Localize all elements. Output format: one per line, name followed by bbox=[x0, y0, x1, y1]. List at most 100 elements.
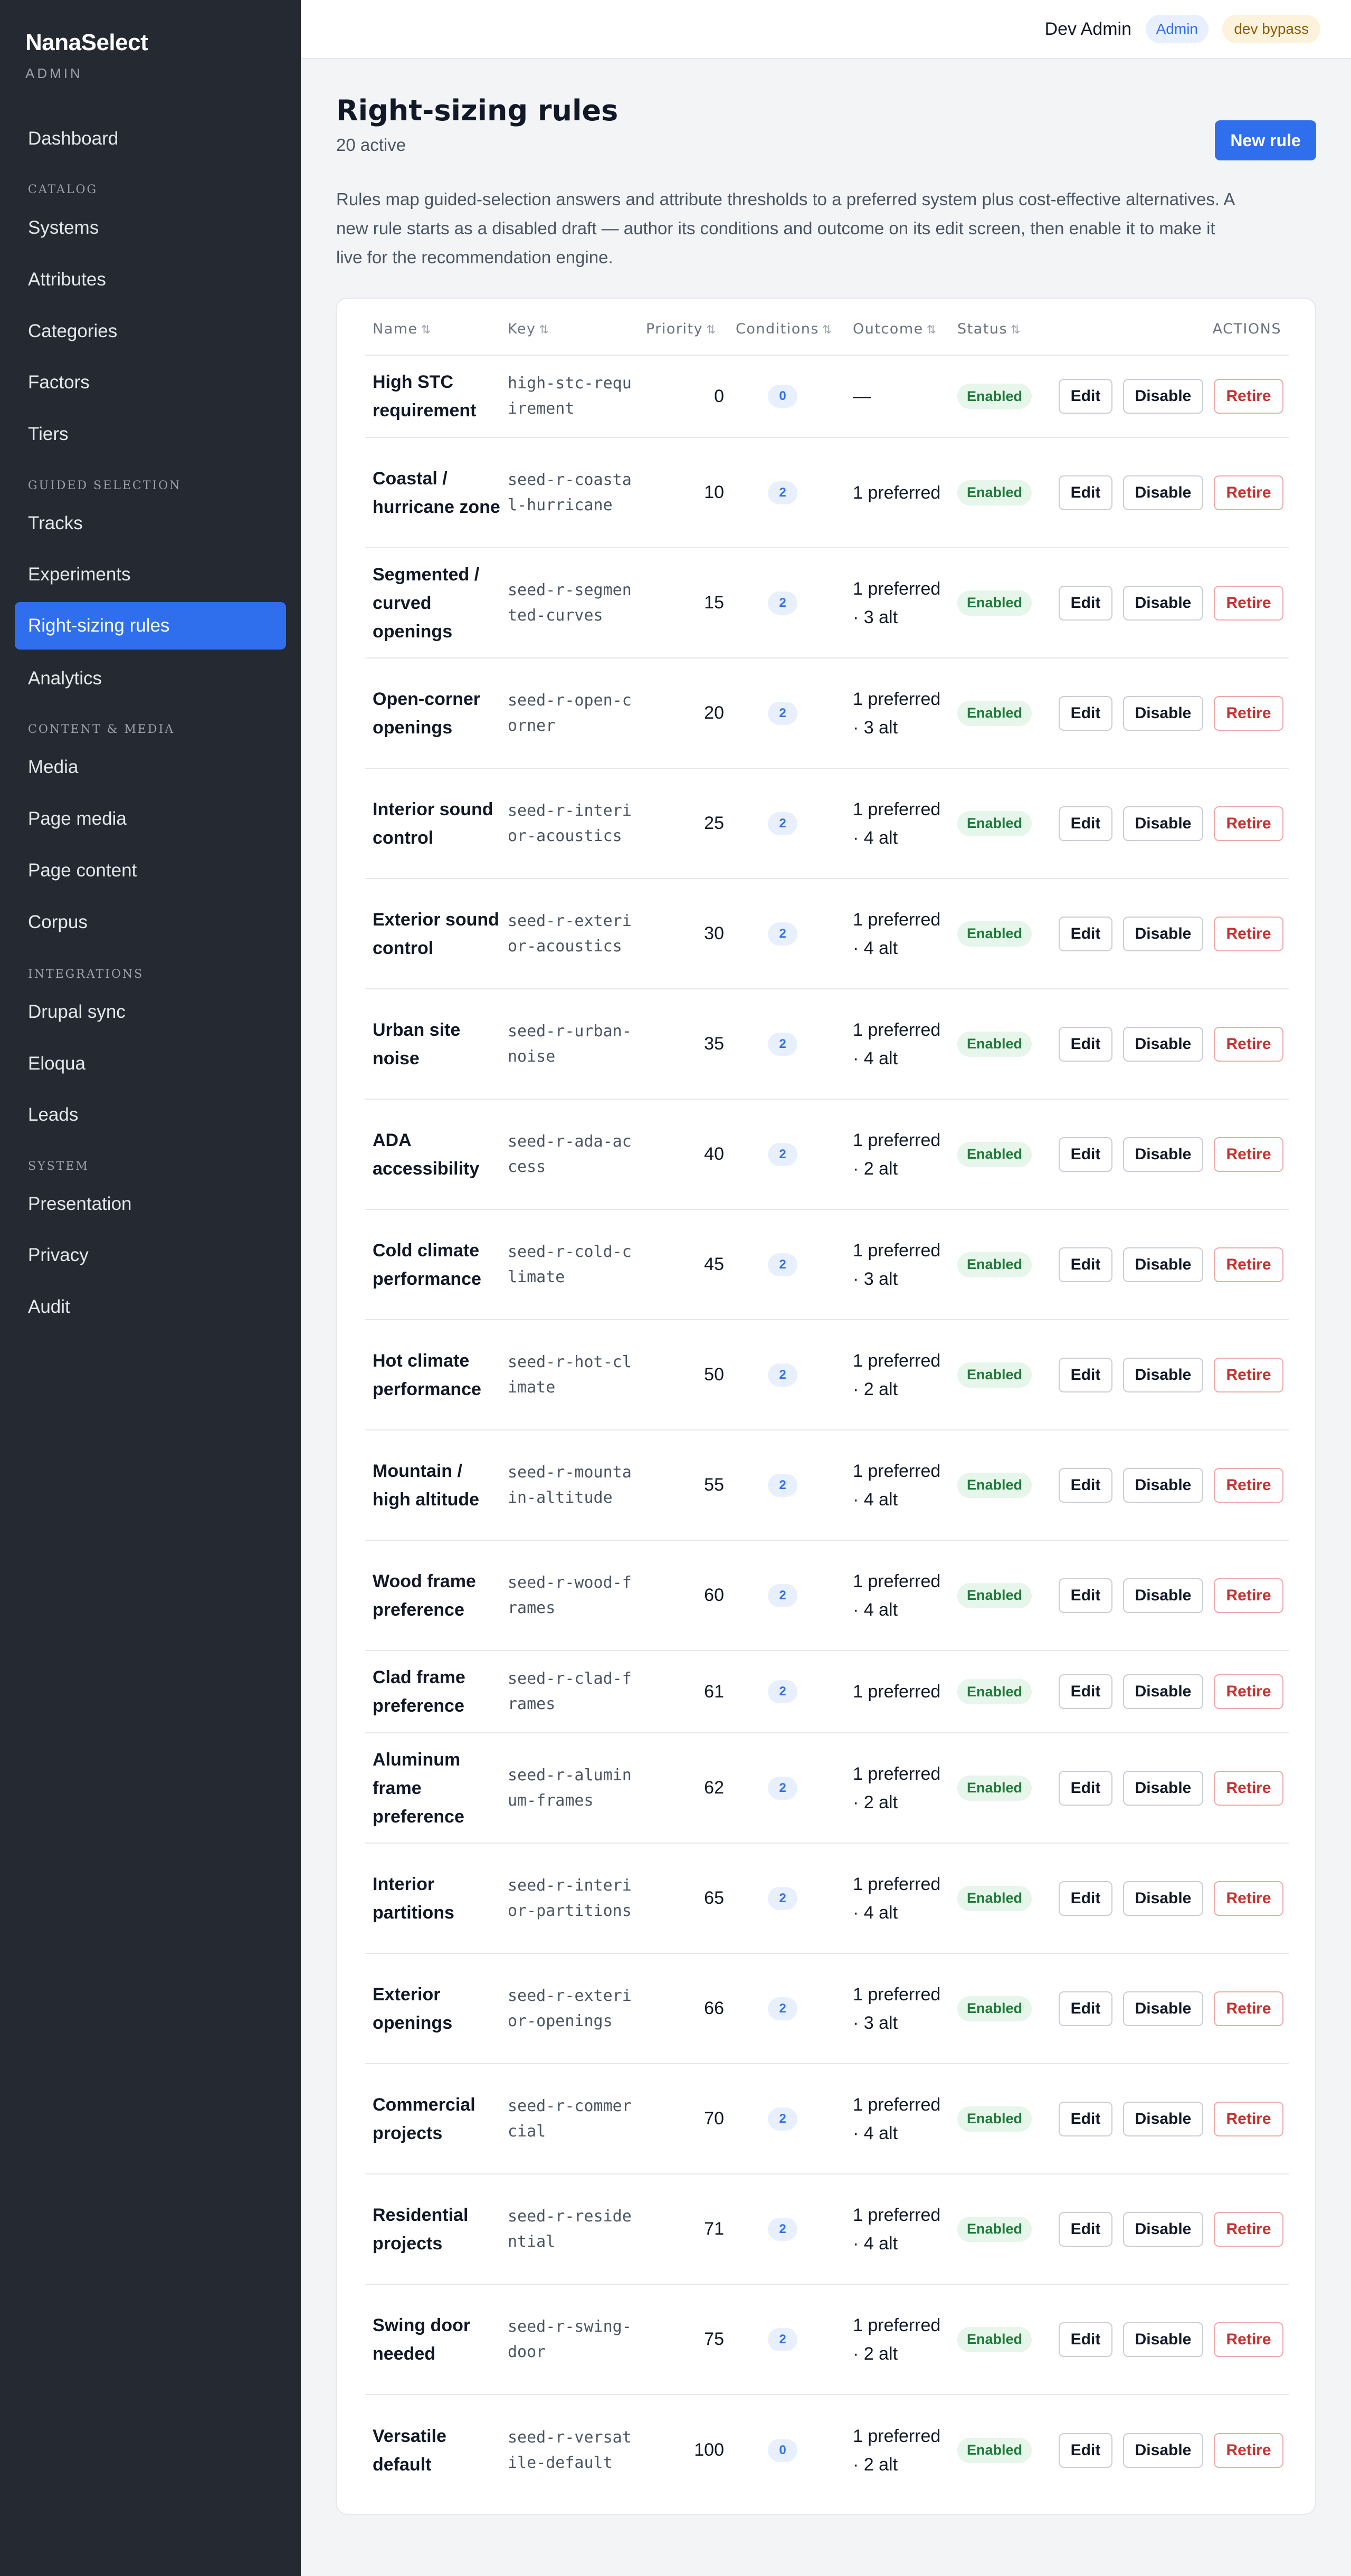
sidebar-item-factors[interactable]: Factors bbox=[15, 359, 286, 406]
rule-name[interactable]: Residential projects bbox=[373, 2174, 505, 2284]
retire-button[interactable]: Retire bbox=[1214, 1467, 1283, 1503]
rule-name[interactable]: Interior sound control bbox=[373, 769, 505, 878]
edit-button[interactable]: Edit bbox=[1059, 1578, 1112, 1613]
retire-button[interactable]: Retire bbox=[1214, 695, 1283, 731]
retire-button[interactable]: Retire bbox=[1214, 1881, 1283, 1916]
column-header-priority[interactable]: Priority ⇅ bbox=[646, 321, 717, 337]
disable-button[interactable]: Disable bbox=[1123, 2101, 1203, 2136]
rule-name[interactable]: Mountain / high altitude bbox=[373, 1430, 505, 1540]
rule-name[interactable]: Exterior openings bbox=[373, 1954, 505, 2063]
rule-name[interactable]: Urban site noise bbox=[373, 989, 505, 1099]
rule-name[interactable]: Exterior sound control bbox=[373, 879, 505, 988]
disable-button[interactable]: Disable bbox=[1123, 1357, 1203, 1392]
sidebar-item-tiers[interactable]: Tiers bbox=[15, 411, 286, 458]
user-name[interactable]: Dev Admin bbox=[1045, 19, 1131, 40]
retire-button[interactable]: Retire bbox=[1214, 1770, 1283, 1806]
disable-button[interactable]: Disable bbox=[1123, 1026, 1203, 1062]
rule-name[interactable]: Commercial projects bbox=[373, 2064, 505, 2173]
sidebar-item-categories[interactable]: Categories bbox=[15, 308, 286, 355]
edit-button[interactable]: Edit bbox=[1059, 1770, 1112, 1806]
retire-button[interactable]: Retire bbox=[1214, 806, 1283, 841]
rule-name[interactable]: Open-corner openings bbox=[373, 659, 505, 768]
retire-button[interactable]: Retire bbox=[1214, 2432, 1283, 2468]
edit-button[interactable]: Edit bbox=[1059, 1357, 1112, 1392]
disable-button[interactable]: Disable bbox=[1123, 1578, 1203, 1613]
column-header-conditions[interactable]: Conditions ⇅ bbox=[736, 321, 833, 337]
disable-button[interactable]: Disable bbox=[1123, 379, 1203, 414]
rule-name[interactable]: Hot climate performance bbox=[373, 1320, 505, 1429]
disable-button[interactable]: Disable bbox=[1123, 1467, 1203, 1503]
retire-button[interactable]: Retire bbox=[1214, 2322, 1283, 2357]
column-header-name[interactable]: Name ⇅ bbox=[373, 321, 432, 337]
disable-button[interactable]: Disable bbox=[1123, 1991, 1203, 2026]
edit-button[interactable]: Edit bbox=[1059, 695, 1112, 731]
edit-button[interactable]: Edit bbox=[1059, 1026, 1112, 1062]
sidebar-item-eloqua[interactable]: Eloqua bbox=[15, 1040, 286, 1087]
rule-name[interactable]: Coastal / hurricane zone bbox=[373, 438, 505, 547]
retire-button[interactable]: Retire bbox=[1214, 1357, 1283, 1392]
edit-button[interactable]: Edit bbox=[1059, 1247, 1112, 1282]
edit-button[interactable]: Edit bbox=[1059, 1674, 1112, 1709]
retire-button[interactable]: Retire bbox=[1214, 1247, 1283, 1282]
rule-name[interactable]: High STC requirement bbox=[373, 356, 505, 437]
disable-button[interactable]: Disable bbox=[1123, 695, 1203, 731]
edit-button[interactable]: Edit bbox=[1059, 2432, 1112, 2468]
retire-button[interactable]: Retire bbox=[1214, 1026, 1283, 1062]
edit-button[interactable]: Edit bbox=[1059, 1137, 1112, 1172]
column-header-key[interactable]: Key ⇅ bbox=[508, 321, 549, 337]
edit-button[interactable]: Edit bbox=[1059, 1467, 1112, 1503]
edit-button[interactable]: Edit bbox=[1059, 379, 1112, 414]
sidebar-item-rightsizing[interactable]: Right-sizing rules bbox=[15, 602, 286, 650]
sidebar-item-media[interactable]: Media bbox=[15, 743, 286, 791]
sidebar-item-page-content[interactable]: Page content bbox=[15, 847, 286, 894]
disable-button[interactable]: Disable bbox=[1123, 1881, 1203, 1916]
rule-name[interactable]: ADA accessibility bbox=[373, 1100, 505, 1209]
sidebar-item-privacy[interactable]: Privacy bbox=[15, 1232, 286, 1279]
edit-button[interactable]: Edit bbox=[1059, 806, 1112, 841]
retire-button[interactable]: Retire bbox=[1214, 2101, 1283, 2136]
rule-name[interactable]: Interior partitions bbox=[373, 1844, 505, 1953]
retire-button[interactable]: Retire bbox=[1214, 475, 1283, 510]
edit-button[interactable]: Edit bbox=[1059, 1881, 1112, 1916]
sidebar-item-presentation[interactable]: Presentation bbox=[15, 1180, 286, 1228]
rule-name[interactable]: Wood frame preference bbox=[373, 1541, 505, 1650]
rule-name[interactable]: Cold climate performance bbox=[373, 1210, 505, 1319]
edit-button[interactable]: Edit bbox=[1059, 2101, 1112, 2136]
sidebar-item-corpus[interactable]: Corpus bbox=[15, 899, 286, 946]
retire-button[interactable]: Retire bbox=[1214, 1991, 1283, 2026]
sidebar-item-tracks[interactable]: Tracks bbox=[15, 500, 286, 547]
retire-button[interactable]: Retire bbox=[1214, 585, 1283, 621]
disable-button[interactable]: Disable bbox=[1123, 585, 1203, 621]
disable-button[interactable]: Disable bbox=[1123, 2322, 1203, 2357]
sidebar-item-experiments[interactable]: Experiments bbox=[15, 551, 286, 598]
edit-button[interactable]: Edit bbox=[1059, 2211, 1112, 2247]
rule-name[interactable]: Versatile default bbox=[373, 2395, 505, 2505]
disable-button[interactable]: Disable bbox=[1123, 1247, 1203, 1282]
edit-button[interactable]: Edit bbox=[1059, 1991, 1112, 2026]
column-header-status[interactable]: Status ⇅ bbox=[957, 321, 1021, 337]
sidebar-item-drupal-sync[interactable]: Drupal sync bbox=[15, 988, 286, 1036]
rule-name[interactable]: Clad frame preference bbox=[373, 1651, 505, 1732]
disable-button[interactable]: Disable bbox=[1123, 2211, 1203, 2247]
disable-button[interactable]: Disable bbox=[1123, 1137, 1203, 1172]
edit-button[interactable]: Edit bbox=[1059, 916, 1112, 951]
sidebar-item-page-media[interactable]: Page media bbox=[15, 795, 286, 843]
sidebar-item-audit[interactable]: Audit bbox=[15, 1283, 286, 1331]
rule-name[interactable]: Aluminum frame preference bbox=[373, 1733, 505, 1843]
retire-button[interactable]: Retire bbox=[1214, 2211, 1283, 2247]
rule-name[interactable]: Segmented / curved openings bbox=[373, 548, 505, 657]
retire-button[interactable]: Retire bbox=[1214, 379, 1283, 414]
retire-button[interactable]: Retire bbox=[1214, 916, 1283, 951]
new-rule-button[interactable]: New rule bbox=[1215, 120, 1316, 160]
edit-button[interactable]: Edit bbox=[1059, 585, 1112, 621]
disable-button[interactable]: Disable bbox=[1123, 475, 1203, 510]
rule-name[interactable]: Swing door needed bbox=[373, 2285, 505, 2394]
sidebar-item-leads[interactable]: Leads bbox=[15, 1091, 286, 1139]
sidebar-item-dashboard[interactable]: Dashboard bbox=[15, 115, 286, 163]
disable-button[interactable]: Disable bbox=[1123, 806, 1203, 841]
edit-button[interactable]: Edit bbox=[1059, 475, 1112, 510]
edit-button[interactable]: Edit bbox=[1059, 2322, 1112, 2357]
retire-button[interactable]: Retire bbox=[1214, 1674, 1283, 1709]
brand-logo[interactable]: NanaSelect bbox=[25, 30, 148, 56]
disable-button[interactable]: Disable bbox=[1123, 2432, 1203, 2468]
